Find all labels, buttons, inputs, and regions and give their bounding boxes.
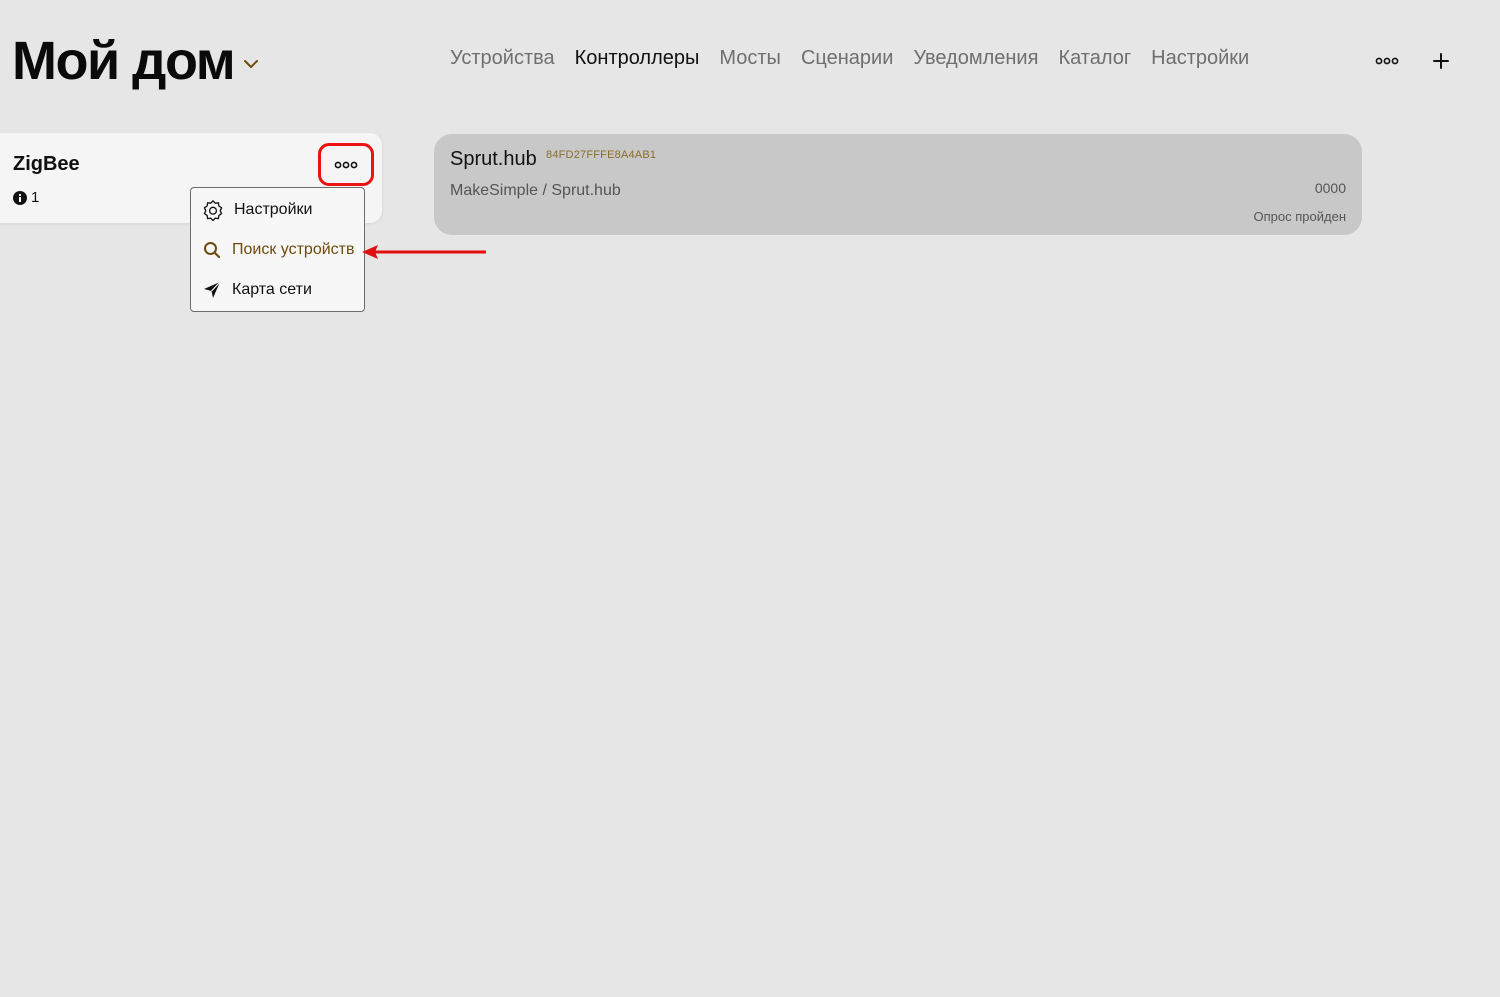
tab-bridges[interactable]: Мосты [719,47,781,70]
annotation-arrow [362,245,486,259]
more-button[interactable] [1372,46,1402,76]
bridge-code: 0000 [1314,180,1346,196]
network-map-icon [204,281,221,298]
info-icon [13,190,27,205]
menu-item-label: Поиск устройств [232,241,355,258]
tab-catalog[interactable]: Каталог [1058,47,1131,70]
more-icon [1375,57,1399,65]
info-count: 1 [31,189,40,206]
controller-more-button[interactable] [318,143,374,186]
add-button[interactable] [1426,46,1456,76]
menu-item-network-map[interactable]: Карта сети [191,270,364,310]
home-selector[interactable]: Мой дом [12,28,260,94]
menu-item-search-devices[interactable]: Поиск устройств [191,230,364,270]
tab-settings[interactable]: Настройки [1151,47,1249,70]
bridge-title: Sprut.hub [450,148,537,170]
tab-devices[interactable]: Устройства [450,47,555,70]
tab-scenarios[interactable]: Сценарии [801,47,893,70]
bridge-id: 84FD27FFFE8A4AB1 [546,149,657,161]
bridge-status: Опрос пройден [1253,209,1346,224]
bridge-vendor: MakeSimple / Sprut.hub [450,182,621,199]
main-nav: Устройства Контроллеры Мосты Сценарии Ув… [450,47,1249,70]
search-icon [204,242,221,259]
home-title: Мой дом [12,31,236,91]
controller-info: 1 [13,189,39,206]
plus-icon [1433,53,1449,69]
controller-name: ZigBee [13,153,80,175]
bridge-card[interactable]: Sprut.hub 84FD27FFFE8A4AB1 MakeSimple / … [434,134,1362,235]
menu-item-label: Карта сети [232,281,312,298]
gear-icon [203,200,223,221]
tab-controllers[interactable]: Контроллеры [575,47,700,70]
chevron-down-icon [244,60,259,68]
controller-context-menu: Настройки Поиск устройств Карта сети [190,187,365,312]
menu-item-settings[interactable]: Настройки [191,190,364,230]
menu-item-label: Настройки [234,201,313,218]
more-icon [334,161,358,168]
header-actions [1372,46,1456,76]
tab-notifications[interactable]: Уведомления [913,47,1038,70]
